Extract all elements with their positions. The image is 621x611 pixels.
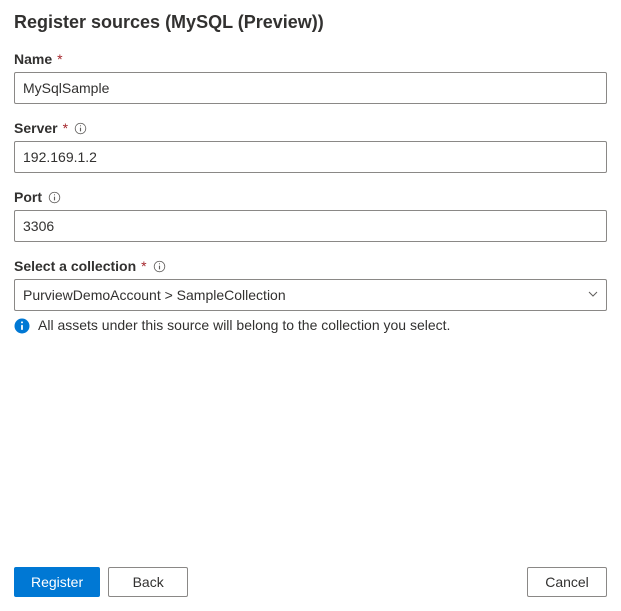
collection-help-text: All assets under this source will belong…	[38, 317, 450, 333]
required-marker: *	[57, 51, 62, 67]
port-label: Port	[14, 189, 607, 205]
info-icon[interactable]	[153, 260, 166, 273]
port-input[interactable]	[14, 210, 607, 242]
back-button[interactable]: Back	[108, 567, 188, 597]
footer: Register Back Cancel	[0, 555, 621, 611]
name-label-text: Name	[14, 51, 52, 67]
server-label-text: Server	[14, 120, 58, 136]
cancel-button[interactable]: Cancel	[527, 567, 607, 597]
name-input[interactable]	[14, 72, 607, 104]
collection-select[interactable]: PurviewDemoAccount > SampleCollection	[14, 279, 607, 311]
page-title: Register sources (MySQL (Preview))	[14, 12, 607, 33]
collection-label-text: Select a collection	[14, 258, 136, 274]
form-group-port: Port	[14, 189, 607, 242]
collection-select-value: PurviewDemoAccount > SampleCollection	[23, 287, 286, 303]
server-label: Server *	[14, 120, 607, 136]
form-content: Register sources (MySQL (Preview)) Name …	[0, 0, 621, 555]
info-icon[interactable]	[48, 191, 61, 204]
collection-label: Select a collection *	[14, 258, 607, 274]
port-label-text: Port	[14, 189, 42, 205]
collection-help-row: All assets under this source will belong…	[14, 317, 607, 334]
required-marker: *	[141, 258, 146, 274]
info-filled-icon	[14, 318, 30, 334]
form-group-name: Name *	[14, 51, 607, 104]
info-icon[interactable]	[74, 122, 87, 135]
server-input[interactable]	[14, 141, 607, 173]
required-marker: *	[63, 120, 68, 136]
name-label: Name *	[14, 51, 607, 67]
footer-left: Register Back	[14, 567, 188, 597]
form-group-server: Server *	[14, 120, 607, 173]
register-button[interactable]: Register	[14, 567, 100, 597]
form-group-collection: Select a collection * PurviewDemoAccount…	[14, 258, 607, 334]
collection-select-wrapper: PurviewDemoAccount > SampleCollection	[14, 279, 607, 311]
